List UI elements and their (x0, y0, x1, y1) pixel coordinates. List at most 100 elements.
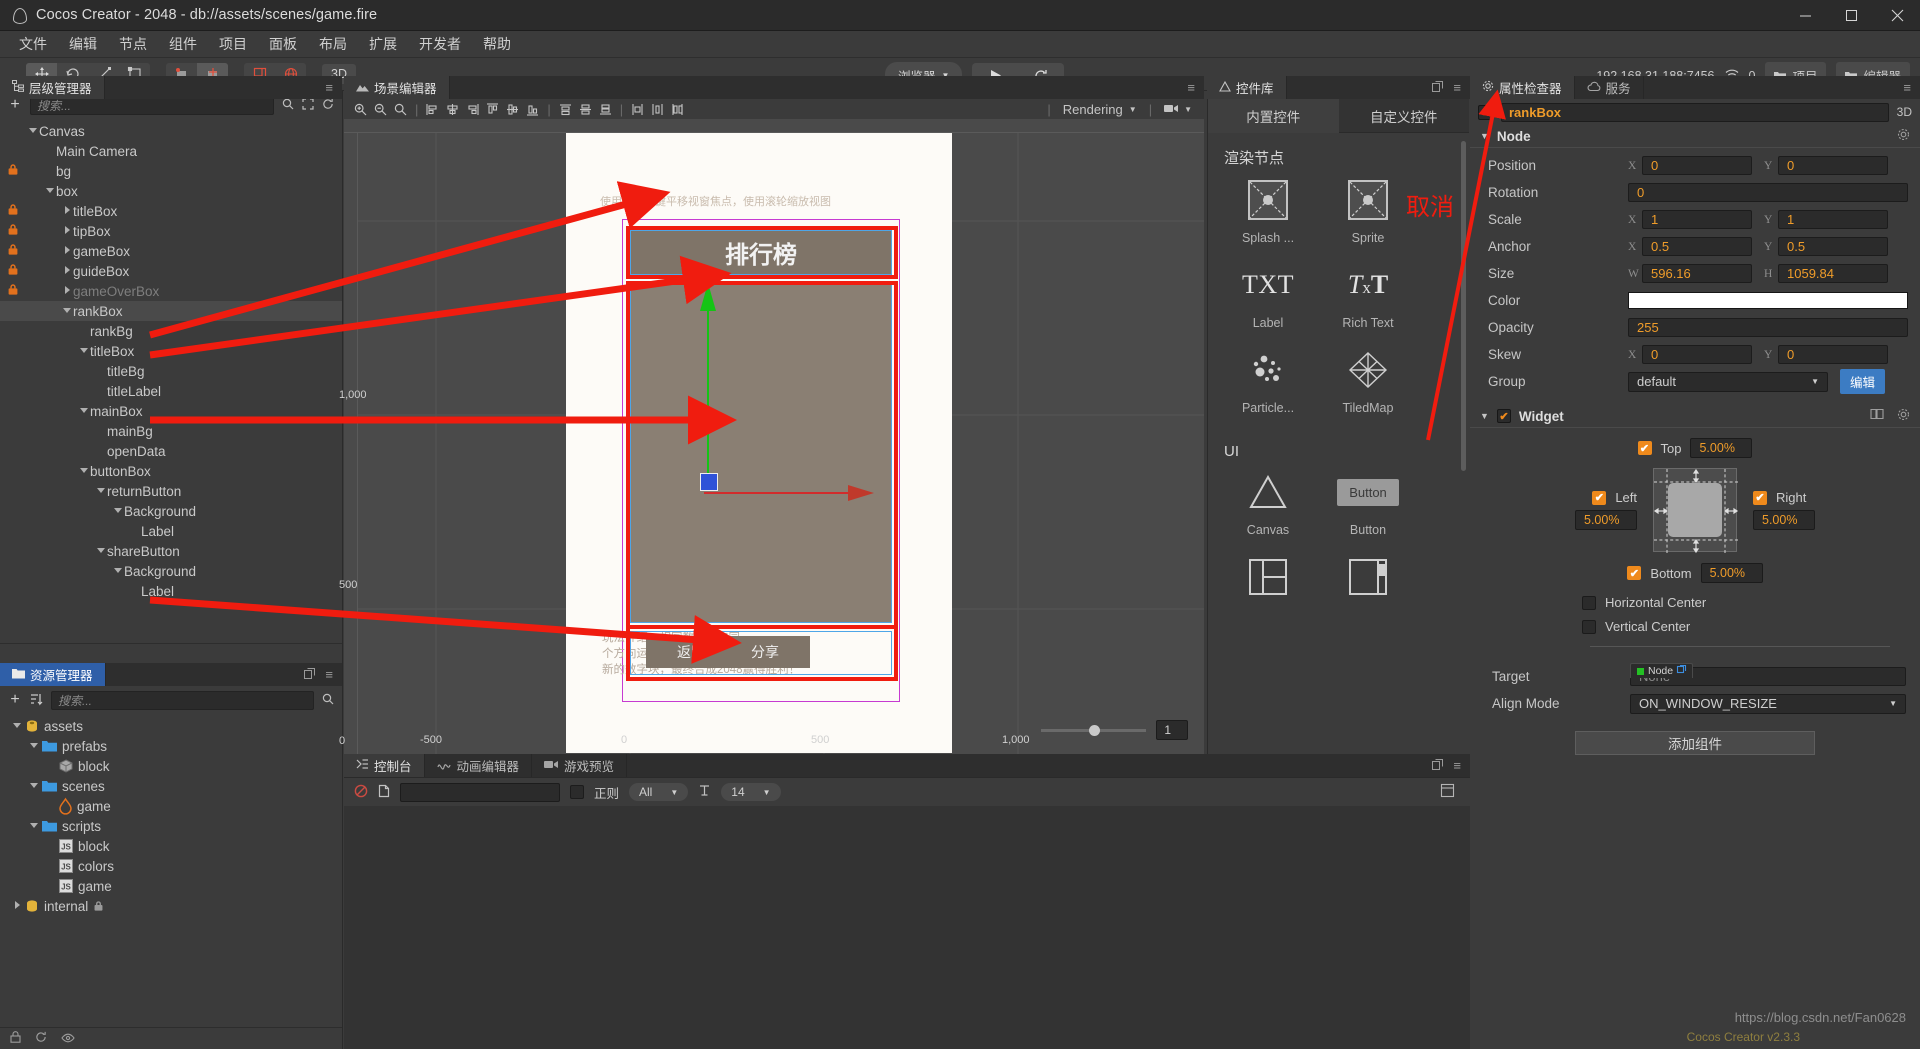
disclosure-triangle-icon[interactable] (60, 206, 73, 216)
eye-icon[interactable] (61, 1032, 75, 1046)
hamburger-icon[interactable]: ≡ (1187, 80, 1195, 95)
link-icon[interactable] (1677, 664, 1687, 677)
hamburger-icon[interactable]: ≡ (1903, 80, 1911, 95)
opacity-input[interactable]: 255 (1628, 318, 1908, 337)
scene-ruler-top[interactable] (344, 119, 1204, 133)
widget-library-scrollbar[interactable] (1461, 141, 1466, 471)
hierarchy-node-titlebg[interactable]: titleBg (0, 361, 342, 381)
hierarchy-node-background[interactable]: Background (0, 561, 342, 581)
zoom-out-icon[interactable] (372, 101, 389, 117)
distribute-right-icon[interactable] (669, 101, 686, 117)
asset-item-assets[interactable]: assets (0, 716, 342, 736)
console-maximize-icon[interactable] (1440, 783, 1460, 800)
group-select[interactable]: default ▼ (1628, 371, 1828, 392)
tab-assets[interactable]: 资源管理器 (0, 663, 106, 686)
skew-x-input[interactable]: 0 (1642, 345, 1752, 364)
size-height-input[interactable]: 1059.84 (1778, 264, 1888, 283)
zoom-slider-thumb[interactable] (1089, 724, 1101, 736)
widget-item-button[interactable]: Button Button (1328, 470, 1408, 537)
hierarchy-node-tipbox[interactable]: tipBox (0, 221, 342, 241)
disclosure-triangle-icon[interactable] (43, 186, 56, 196)
rendering-dropdown[interactable]: Rendering ▼ (1063, 102, 1137, 117)
disclosure-triangle-icon[interactable] (60, 226, 73, 236)
disclosure-triangle-icon[interactable] (27, 741, 40, 751)
menu-item-edit[interactable]: 编辑 (58, 31, 108, 57)
position-x-input[interactable]: 0 (1642, 156, 1752, 175)
maximize-icon[interactable] (1828, 0, 1874, 31)
expand-icon[interactable] (302, 97, 314, 113)
distribute-left-icon[interactable] (629, 101, 646, 117)
widget-item-richtext[interactable]: TxT Rich Text (1328, 263, 1408, 330)
hierarchy-node-mainbg[interactable]: mainBg (0, 421, 342, 441)
distribute-v-icon[interactable] (577, 101, 594, 117)
widget-section-header[interactable]: ▼ ✔ Widget (1470, 405, 1920, 428)
hierarchy-node-rankbg[interactable]: rankBg (0, 321, 342, 341)
hamburger-icon[interactable]: ≡ (325, 667, 333, 682)
menu-item-node[interactable]: 节点 (108, 31, 158, 57)
add-component-button[interactable]: 添加组件 (1575, 731, 1815, 755)
align-hcenter-icon[interactable] (444, 101, 461, 117)
sort-icon[interactable] (30, 693, 43, 708)
minimize-icon[interactable] (1782, 0, 1828, 31)
chevron-down-icon[interactable]: ▼ (1480, 411, 1489, 421)
widget-left-checkbox[interactable]: ✔ (1592, 490, 1607, 505)
refresh-icon[interactable] (322, 98, 334, 113)
assets-search-input[interactable]: 搜索... (51, 690, 314, 710)
tab-inspector[interactable]: 属性检查器 (1470, 76, 1575, 99)
tab-console[interactable]: 控制台 (344, 754, 425, 777)
distribute-h-icon[interactable] (557, 101, 574, 117)
position-y-input[interactable]: 0 (1778, 156, 1888, 175)
hierarchy-node-background[interactable]: Background (0, 501, 342, 521)
hierarchy-node-box[interactable]: box (0, 181, 342, 201)
lock-icon[interactable] (8, 164, 18, 178)
disclosure-triangle-icon[interactable] (77, 466, 90, 476)
disclosure-triangle-icon[interactable] (10, 721, 23, 731)
disclosure-triangle-icon[interactable] (27, 821, 40, 831)
hierarchy-node-returnbutton[interactable]: returnButton (0, 481, 342, 501)
console-font-size-select[interactable]: 14 ▼ (721, 783, 781, 801)
menu-item-project[interactable]: 项目 (208, 31, 258, 57)
hamburger-icon[interactable]: ≡ (325, 80, 333, 95)
anchor-y-input[interactable]: 0.5 (1778, 237, 1888, 256)
disclosure-triangle-icon[interactable] (77, 346, 90, 356)
asset-item-game[interactable]: game (0, 796, 342, 816)
disclosure-triangle-icon[interactable] (60, 306, 73, 316)
widget-item-splash[interactable]: Splash ... (1228, 178, 1308, 245)
widget-item-canvas[interactable]: Canvas (1228, 470, 1308, 537)
hierarchy-node-titlelabel[interactable]: titleLabel (0, 381, 342, 401)
align-bottom-icon[interactable] (524, 101, 541, 117)
tab-animation-editor[interactable]: 动画编辑器 (424, 754, 533, 777)
tab-scene-editor[interactable]: 场景编辑器 (344, 76, 450, 99)
copy-icon[interactable] (378, 784, 390, 801)
disclosure-triangle-icon[interactable] (60, 246, 73, 256)
node-enabled-checkbox[interactable]: ✔ (1478, 104, 1493, 120)
zoom-value-input[interactable]: 1 (1156, 720, 1188, 740)
zoom-slider[interactable] (1041, 724, 1147, 736)
align-vcenter-icon[interactable] (504, 101, 521, 117)
search-icon[interactable] (282, 98, 294, 113)
widget-item-label[interactable]: TXT Label (1228, 263, 1308, 330)
lock-icon[interactable] (8, 224, 18, 238)
disclosure-triangle-icon[interactable] (94, 486, 107, 496)
close-icon[interactable] (1874, 0, 1920, 31)
camera-dropdown[interactable]: ▼ (1164, 102, 1192, 117)
tab-custom-widgets[interactable]: 自定义控件 (1338, 99, 1469, 133)
font-size-icon[interactable] (698, 784, 711, 800)
color-swatch[interactable] (1628, 292, 1908, 309)
disclosure-triangle-icon[interactable] (60, 286, 73, 296)
anchor-x-input[interactable]: 0.5 (1642, 237, 1752, 256)
refresh-icon[interactable] (35, 1031, 47, 1046)
search-icon[interactable] (322, 693, 334, 708)
hierarchy-node-gamebox[interactable]: gameBox (0, 241, 342, 261)
asset-item-game[interactable]: JS game (0, 876, 342, 896)
menu-item-developer[interactable]: 开发者 (408, 31, 472, 57)
align-right-icon[interactable] (464, 101, 481, 117)
asset-item-block[interactable]: JS block (0, 836, 342, 856)
hierarchy-node-bg[interactable]: bg (0, 161, 342, 181)
widget-top-input[interactable]: 5.00% (1690, 438, 1753, 458)
zoom-fit-icon[interactable] (392, 101, 409, 117)
console-output-area[interactable] (344, 806, 1470, 1049)
widget-top-checkbox[interactable]: ✔ (1637, 441, 1652, 455)
chevron-down-icon[interactable]: ▼ (1480, 131, 1489, 141)
lock-icon[interactable] (10, 1031, 21, 1046)
